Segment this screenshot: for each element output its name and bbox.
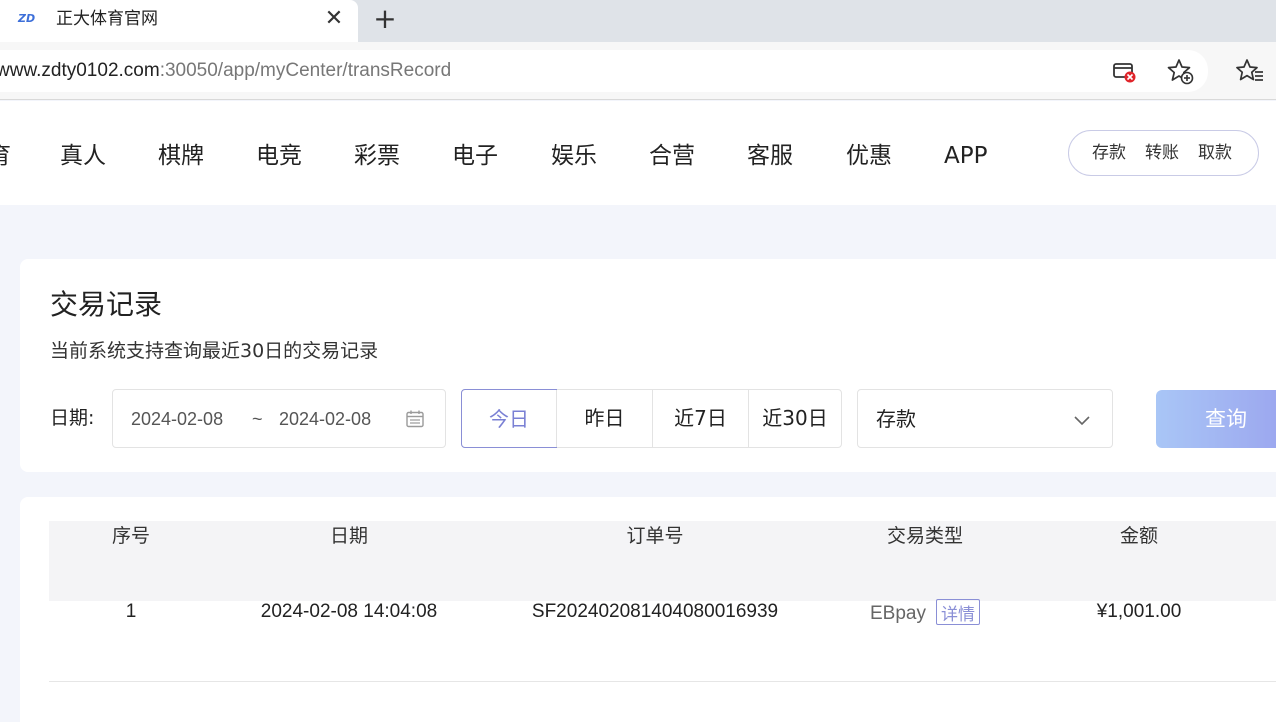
star-plus-icon[interactable] (1166, 57, 1194, 85)
browser-tab-bar: ZD 正大体育官网 ✕ + (0, 0, 1276, 42)
nav-item-esports[interactable]: 电竞 (256, 141, 302, 171)
browser-tab-active[interactable]: ZD 正大体育官网 ✕ (0, 0, 358, 42)
chevron-down-icon (1074, 416, 1090, 426)
header-date: 日期 (329, 525, 368, 547)
url-path: :30050/app/myCenter/transRecord (159, 60, 452, 81)
range-7days-button[interactable]: 近7日 (652, 390, 748, 447)
filter-card: 交易记录 当前系统支持查询最近30日的交易记录 日期: 2024-02-08 ~… (20, 259, 1276, 472)
page-subtitle: 当前系统支持查询最近30日的交易记录 (50, 340, 379, 362)
close-icon[interactable]: ✕ (322, 8, 346, 32)
header-index: 序号 (111, 525, 150, 547)
cell-type: EBpay 详情 (835, 599, 1015, 681)
table-header: 序号 日期 订单号 交易类型 金额 (49, 521, 1276, 601)
date-label: 日期: (50, 407, 95, 429)
page-title: 交易记录 (50, 288, 163, 321)
zd-logo-icon: ZD (18, 12, 36, 25)
range-30days-button[interactable]: 近30日 (748, 390, 841, 447)
nav-item-partner[interactable]: 合营 (649, 141, 695, 171)
cell-type-text: EBpay (870, 603, 926, 625)
site-nav: 育 真人 棋牌 电竞 彩票 电子 娱乐 合营 客服 优惠 APP 存款 转账 取… (0, 101, 1276, 205)
nav-item-support[interactable]: 客服 (747, 141, 793, 171)
calendar-icon (406, 410, 424, 428)
url-input[interactable]: www.zdty0102.com:30050/app/myCenter/tran… (0, 50, 1208, 92)
nav-item-sports[interactable]: 育 (0, 141, 11, 171)
detail-button[interactable]: 详情 (935, 599, 980, 625)
nav-item-entertainment[interactable]: 娱乐 (551, 141, 597, 171)
favorites-list-icon[interactable] (1236, 57, 1264, 85)
range-yesterday-button[interactable]: 昨日 (556, 390, 652, 447)
date-separator: ~ (252, 409, 263, 429)
range-today-button[interactable]: 今日 (461, 389, 557, 448)
header-order-no: 订单号 (626, 525, 684, 547)
records-table-card: 序号 日期 订单号 交易类型 金额 1 2024-02-08 14:04:08 … (20, 497, 1276, 722)
nav-item-slots[interactable]: 电子 (452, 141, 498, 171)
table-row: 1 2024-02-08 14:04:08 SF2024020814040800… (49, 599, 1276, 682)
cell-date: 2024-02-08 14:04:08 (260, 601, 438, 622)
tracking-blocked-icon[interactable] (1110, 57, 1138, 85)
nav-item-lottery[interactable]: 彩票 (354, 141, 400, 171)
nav-item-promotions[interactable]: 优惠 (846, 141, 892, 171)
deposit-link[interactable]: 存款 (1092, 143, 1126, 163)
start-date[interactable]: 2024-02-08 (131, 408, 223, 430)
address-bar: www.zdty0102.com:30050/app/myCenter/tran… (0, 42, 1276, 100)
nav-item-chess[interactable]: 棋牌 (158, 141, 204, 171)
date-range-picker[interactable]: 2024-02-08 ~ 2024-02-08 (112, 389, 446, 448)
url-text: www.zdty0102.com:30050/app/myCenter/tran… (0, 59, 451, 83)
nav-item-app[interactable]: APP (944, 141, 987, 171)
end-date[interactable]: 2024-02-08 (279, 408, 371, 430)
transaction-type-value: 存款 (876, 407, 916, 431)
transfer-link[interactable]: 转账 (1145, 143, 1179, 163)
plus-icon[interactable]: + (370, 4, 400, 34)
url-host: www.zdty0102.com (0, 60, 160, 81)
header-amount: 金额 (1119, 525, 1158, 547)
withdraw-link[interactable]: 取款 (1198, 143, 1232, 163)
account-actions: 存款 转账 取款 (1068, 130, 1259, 176)
cell-index: 1 (125, 601, 137, 622)
tab-title: 正大体育官网 (56, 9, 158, 29)
nav-item-live[interactable]: 真人 (60, 141, 106, 171)
quick-range-group: 今日 昨日 近7日 近30日 (461, 389, 842, 448)
cell-order-no: SF202402081404080016939 (531, 601, 779, 622)
cell-amount: ¥1,001.00 (1096, 601, 1182, 622)
query-button[interactable]: 查询 (1156, 390, 1276, 448)
transaction-type-select[interactable]: 存款 (857, 389, 1113, 448)
header-type: 交易类型 (886, 525, 963, 547)
